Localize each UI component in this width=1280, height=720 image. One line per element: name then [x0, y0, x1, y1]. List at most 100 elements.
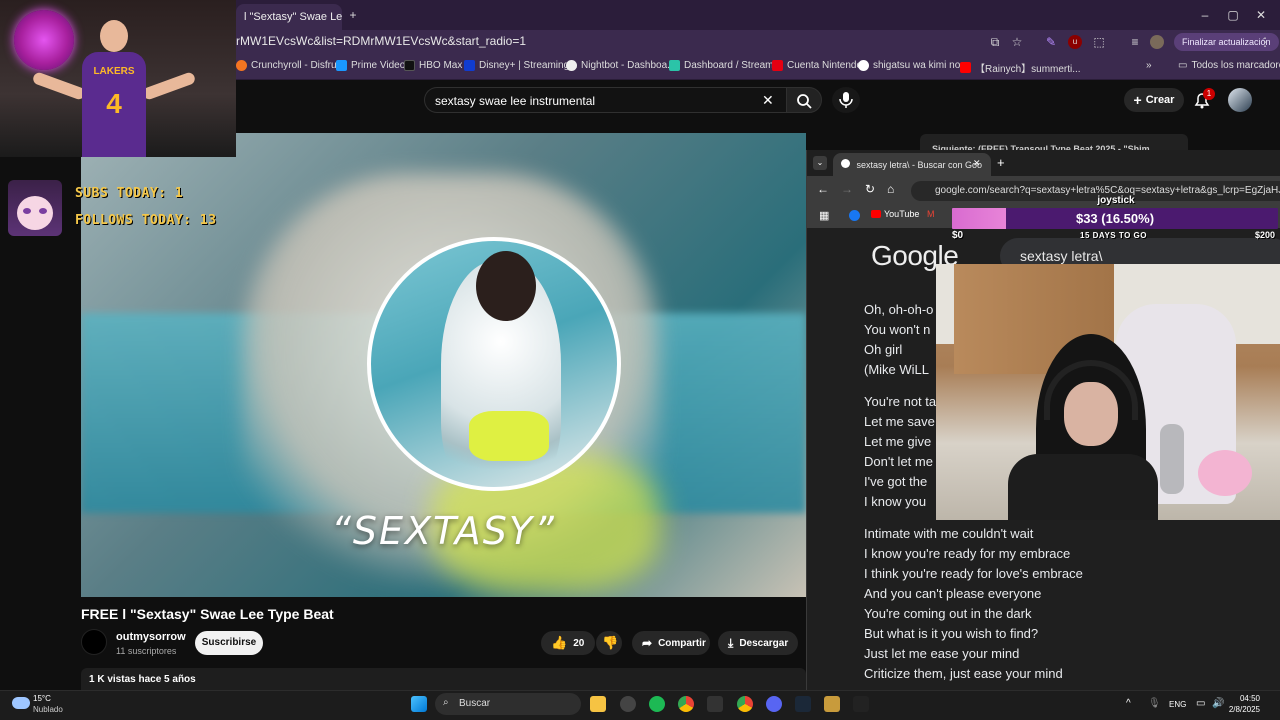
channel-name[interactable]: outmysorrow: [116, 631, 186, 643]
media-queue-icon[interactable]: ≡: [1128, 35, 1142, 49]
bookmark-rainych[interactable]: 【Rainych】summerti...: [960, 60, 1081, 75]
facebook-icon[interactable]: [849, 210, 860, 221]
video-player[interactable]: “SEXTASY”: [81, 133, 806, 597]
new-tab-icon[interactable]: +: [346, 8, 360, 22]
tray-overflow-icon[interactable]: ^: [1126, 698, 1131, 709]
video-title: FREE l "Sextasy" Swae Lee Type Beat: [81, 606, 334, 622]
apps-grid-icon[interactable]: ▦: [819, 209, 829, 222]
network-icon[interactable]: ▭: [1196, 698, 1205, 709]
youtube-avatar[interactable]: [1228, 88, 1252, 112]
home-icon[interactable]: ⌂: [887, 182, 894, 196]
google-tab[interactable]: sextasy letra\ - Buscar con Goo: [833, 153, 991, 176]
dislike-button[interactable]: 👎: [596, 631, 622, 655]
reload-icon[interactable]: ↻: [865, 182, 875, 196]
ublock-icon[interactable]: u: [1068, 35, 1082, 49]
weather-description[interactable]: Nublado: [33, 705, 63, 714]
steam-icon[interactable]: [795, 696, 811, 712]
goal-days-left: 15 DAYS TO GO: [1080, 231, 1147, 240]
voice-search-button[interactable]: [832, 87, 860, 113]
spotify-icon[interactable]: [649, 696, 665, 712]
bookmark-prime-video[interactable]: Prime Video: [336, 60, 405, 71]
goal-amount: $33 (16.50%): [1075, 211, 1155, 226]
all-bookmarks[interactable]: ▭ Todos los marcadores: [1178, 60, 1280, 71]
windows-start-icon[interactable]: [411, 696, 427, 712]
language-indicator[interactable]: ENG: [1169, 700, 1186, 709]
notifications-button[interactable]: 1: [1192, 88, 1215, 110]
extensions-icon[interactable]: ⬚: [1092, 35, 1106, 49]
stream-overlay-image: LAKERS 4: [0, 0, 236, 157]
app-icon-3[interactable]: [853, 696, 869, 712]
star-icon[interactable]: ☆: [1010, 35, 1024, 49]
download-button[interactable]: ⤓ Descargar: [718, 631, 798, 655]
minimize-icon[interactable]: –: [1198, 8, 1212, 22]
jersey-number: 4: [106, 88, 122, 119]
bookmark-google[interactable]: shigatsu wa kimi no...: [858, 60, 969, 71]
bookmark-youtube[interactable]: YouTube: [871, 209, 919, 219]
circle-accent: [469, 411, 549, 461]
cast-icon[interactable]: ⧉: [988, 35, 1002, 49]
cloud-icon[interactable]: [12, 697, 30, 709]
bookmark-disney[interactable]: Disney+ | Streaming...: [464, 60, 577, 71]
youtube-search-button[interactable]: [786, 87, 822, 113]
gmail-icon[interactable]: M: [927, 209, 935, 219]
maximize-icon[interactable]: ▢: [1226, 8, 1240, 22]
tray-mic-icon[interactable]: 🎙: [1148, 698, 1161, 709]
streamer-avatar: [8, 180, 62, 236]
goal-progress-bar: $33 (16.50%): [952, 208, 1278, 229]
bookmark-hbo-max[interactable]: HBO Max: [404, 60, 462, 71]
youtube-icon: [871, 210, 881, 218]
share-icon: ➦: [642, 636, 653, 650]
lyrics-line: I know you're ready for my embrace: [864, 546, 1071, 561]
tab-search-icon[interactable]: ⌄: [813, 156, 827, 170]
video-overlay-title: “SEXTASY”: [331, 509, 556, 553]
youtube-search-input[interactable]: sextasy swae lee instrumental: [424, 87, 788, 113]
clock-date[interactable]: 2/8/2025: [1214, 705, 1260, 714]
view-count: 1 K vistas hace 5 años: [89, 674, 196, 685]
bookmark-nintendo[interactable]: Cuenta Nintendo: [772, 60, 862, 71]
taskbar-search[interactable]: ⌕ Buscar: [435, 693, 581, 715]
window-close-icon[interactable]: ✕: [1254, 8, 1268, 22]
basketball-player-graphic: LAKERS 4: [31, 18, 197, 157]
nightbot-icon: [566, 60, 577, 71]
search-icon: ⌕: [443, 697, 449, 708]
prime-video-icon: [336, 60, 347, 71]
discord-icon[interactable]: [766, 696, 782, 712]
extension-pen-icon[interactable]: ✎: [1044, 35, 1058, 49]
plush-toy: [1198, 450, 1252, 496]
new-tab-icon[interactable]: +: [997, 155, 1005, 170]
app-icon-2[interactable]: [707, 696, 723, 712]
create-button[interactable]: + Crear: [1124, 88, 1184, 112]
left-strip: [0, 157, 81, 690]
lyrics-line: But what is it you wish to find?: [864, 626, 1039, 641]
like-button[interactable]: 👍 20: [541, 631, 595, 655]
league-icon[interactable]: [824, 696, 840, 712]
menu-dots-icon[interactable]: ⋮: [1258, 35, 1272, 49]
bookmark-dashboard[interactable]: Dashboard / Stream...: [669, 60, 782, 71]
address-bar[interactable]: rMW1EVcsWc&list=RDMrMW1EVcsWc&start_radi…: [236, 34, 526, 48]
jersey-team: LAKERS: [93, 66, 135, 77]
clock-time[interactable]: 04:50: [1220, 694, 1260, 703]
file-explorer-icon[interactable]: [590, 696, 606, 712]
bookmarks-overflow-icon[interactable]: »: [1146, 60, 1152, 71]
subscribe-button[interactable]: Suscribirse: [195, 631, 263, 655]
bookmark-nightbot[interactable]: Nightbot - Dashboa...: [566, 60, 676, 71]
browser-tab-youtube[interactable]: l "Sextasy" Swae Le 🔊 ✕: [236, 4, 342, 30]
chrome-icon[interactable]: [678, 696, 694, 712]
profile-avatar[interactable]: [1150, 35, 1164, 49]
bookmark-crunchyroll[interactable]: Crunchyroll - Disfrut...: [236, 60, 348, 71]
chrome-icon-2[interactable]: [737, 696, 753, 712]
avatar-face: [17, 196, 53, 230]
weather-temperature[interactable]: 15°C: [33, 694, 51, 703]
channel-avatar[interactable]: [81, 629, 107, 655]
goal-title: joystick: [1097, 195, 1135, 206]
youtube-icon: [960, 62, 971, 73]
forward-icon[interactable]: →: [841, 182, 853, 196]
share-button[interactable]: ➦ Compartir: [632, 631, 710, 655]
app-icon[interactable]: [620, 696, 636, 712]
back-icon[interactable]: ←: [817, 182, 829, 196]
google-icon: [858, 60, 869, 71]
lyrics-line: You're coming out in the dark: [864, 606, 1032, 621]
follows-today-counter: FOLLOWS TODAY: 13: [75, 213, 217, 228]
clear-search-icon[interactable]: ✕: [762, 92, 774, 109]
close-icon[interactable]: ✕: [973, 158, 981, 169]
